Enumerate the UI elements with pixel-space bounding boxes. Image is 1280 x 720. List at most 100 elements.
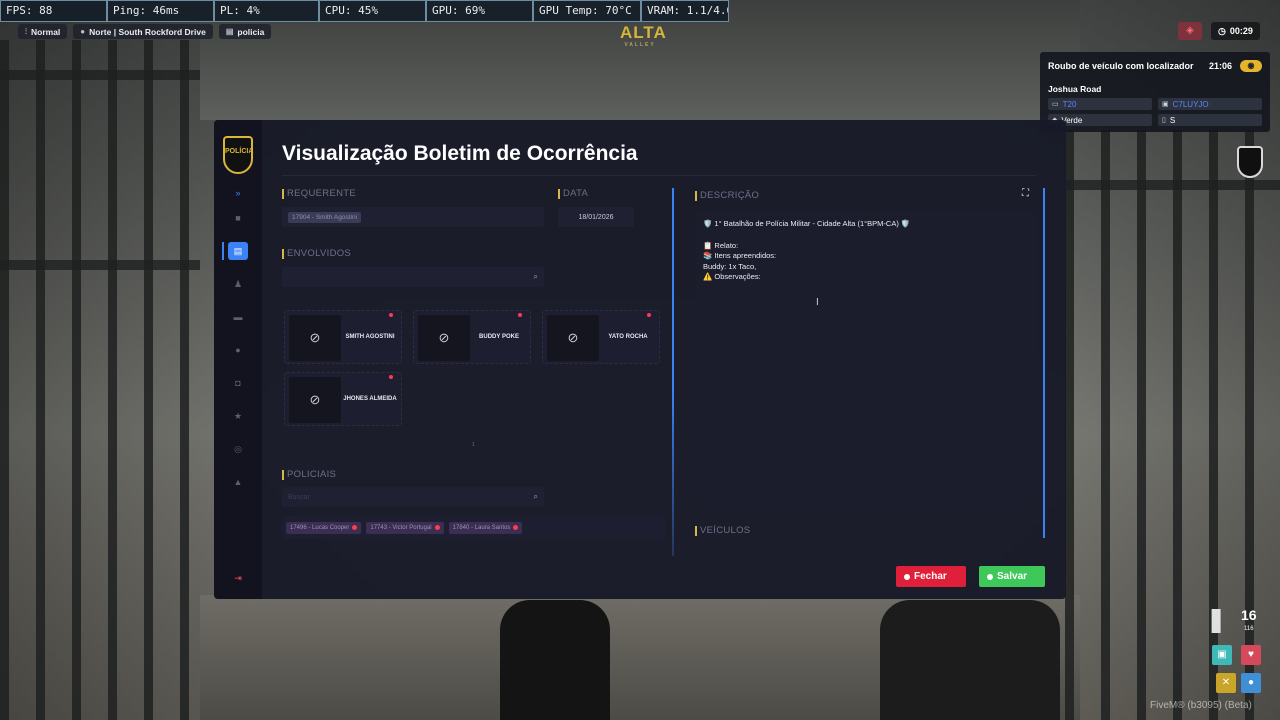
- reports-icon[interactable]: ▤: [228, 242, 248, 260]
- ping-readout: Ping: 46ms: [107, 0, 214, 22]
- cell-crossbar: [0, 260, 200, 270]
- save-label: Salvar: [997, 571, 1028, 582]
- page-title: Visualização Boletim de Ocorrência: [282, 142, 638, 165]
- descricao-line: 🛡️ 1° Batalhão de Polícia Militar - Cida…: [703, 219, 911, 228]
- cell-bars-left: [0, 40, 200, 720]
- status-row: ⫶ Normal ● Norte | South Rockford Drive ▤ p…: [18, 24, 272, 39]
- text-cursor-icon: I: [816, 297, 819, 308]
- fps-readout: FPS: 88: [0, 0, 107, 22]
- close-button[interactable]: Fechar: [896, 566, 966, 587]
- descricao-line: ⚠️ Observações:: [703, 272, 761, 281]
- policial-tag[interactable]: 17743 - Victor Portugal: [366, 521, 444, 534]
- requerente-field[interactable]: 17904 - Smith Agostini: [282, 207, 544, 227]
- active-indicator: [222, 242, 224, 260]
- eye-icon[interactable]: ◉: [1240, 60, 1262, 72]
- globe-icon[interactable]: ◎: [228, 440, 248, 458]
- remove-envolvido-button[interactable]: [389, 313, 393, 317]
- policial-tag[interactable]: 17840 - Laura Santos: [448, 521, 523, 534]
- policial-label: 17496 - Lucas Cooper: [290, 524, 350, 531]
- clock-text: 00:29: [1229, 26, 1253, 36]
- people-icon[interactable]: ♟: [228, 275, 248, 293]
- gpu-temp-readout: GPU Temp: 70°C: [533, 0, 641, 22]
- policial-label: 17840 - Laura Santos: [452, 524, 511, 531]
- map-pin-icon[interactable]: ●: [228, 341, 248, 359]
- policiais-list: 17496 - Lucas Cooper 17743 - Victor Port…: [282, 516, 666, 539]
- envolvido-card[interactable]: ⊘ JHONES ALMEIDA: [284, 372, 402, 426]
- policiais-placeholder: Buscar: [288, 493, 310, 501]
- hunger-icon: ✕: [1216, 673, 1236, 693]
- envolvido-name: SMITH AGOSTINI: [345, 334, 395, 340]
- vehicle-icon[interactable]: ▬: [228, 308, 248, 326]
- cell-crossbar: [0, 70, 200, 80]
- search-icon[interactable]: ⌕: [534, 492, 538, 502]
- policiais-search-input[interactable]: Buscar ⌕: [282, 487, 544, 507]
- expand-sidebar-icon[interactable]: »: [228, 184, 248, 202]
- date-field[interactable]: 18/01/2026: [558, 207, 634, 227]
- occurrence-report-panel: POLÍCIA » ■ ▤ ♟ ▬ ● ◘ ★ ◎ ▲ ⇥ Visualizaç…: [214, 120, 1066, 599]
- plate-icon: ▣: [1162, 101, 1169, 108]
- dashboard-icon[interactable]: ■: [228, 209, 248, 227]
- pagination[interactable]: 1: [472, 442, 475, 448]
- no-photo-icon: ⊘: [289, 377, 341, 423]
- remove-icon[interactable]: [434, 525, 440, 530]
- envolvido-name: JHONES ALMEIDA: [343, 396, 397, 402]
- expand-icon[interactable]: ⛶: [1022, 188, 1029, 199]
- remove-envolvido-button[interactable]: [389, 375, 393, 379]
- remove-envolvido-button[interactable]: [518, 313, 522, 317]
- remove-icon[interactable]: [352, 525, 358, 530]
- gpu-readout: GPU: 69%: [426, 0, 533, 22]
- game-clock: ◷ 00:29: [1211, 22, 1260, 40]
- close-icon: [904, 573, 910, 580]
- descricao-textarea[interactable]: 🛡️ 1° Batalhão de Polícia Militar - Cida…: [695, 211, 1037, 506]
- policial-tag[interactable]: 17496 - Lucas Cooper: [286, 521, 362, 534]
- player-silhouette: [880, 600, 1060, 720]
- ammo-total: 116: [1244, 626, 1254, 632]
- performance-bar: FPS: 88 Ping: 46ms PL: 4% CPU: 45% GPU: …: [0, 0, 729, 22]
- notification-title: Roubo de veículo com localizador: [1048, 61, 1194, 71]
- descricao-line: 📋 Relato:: [703, 240, 739, 250]
- fivem-watermark: FiveM® (b3095) (Beta): [1150, 700, 1252, 711]
- scrollbar[interactable]: [1043, 188, 1045, 538]
- descricao-line: 📚 Itens apreendidos:: [703, 251, 777, 260]
- police-shield-icon: [1237, 146, 1263, 178]
- save-icon: [987, 573, 993, 580]
- envolvido-card[interactable]: ⊘ YATO ROCHA: [542, 310, 660, 364]
- location-pill: ● Norte | South Rockford Drive: [73, 24, 213, 39]
- voice-mode: Normal: [31, 26, 61, 37]
- close-label: Fechar: [914, 571, 947, 582]
- server-logo-sub: VALLEY: [624, 42, 656, 48]
- logout-icon[interactable]: ⇥: [228, 569, 248, 587]
- camera-icon[interactable]: ◘: [228, 374, 248, 392]
- job-text: policia: [237, 26, 265, 37]
- voice-pill: ⫶ Normal: [18, 24, 68, 39]
- armor-icon: ▣: [1212, 645, 1232, 665]
- ammo-clip: 16: [1241, 607, 1257, 623]
- data-label: DATA: [558, 189, 588, 199]
- remove-envolvido-button[interactable]: [647, 313, 651, 317]
- vehicle-model: ▭ T20: [1048, 98, 1152, 110]
- location-text: Norte | South Rockford Drive: [89, 26, 206, 37]
- requerente-label: REQUERENTE: [282, 189, 356, 199]
- dispatch-notification[interactable]: Roubo de veículo com localizador 21:06 ◉…: [1040, 52, 1270, 132]
- packet-loss-readout: PL: 4%: [214, 0, 319, 22]
- cell-crossbar: [1065, 180, 1280, 190]
- policial-label: 17743 - Victor Portugal: [370, 524, 432, 531]
- vehicle-plate-text: C7LUYJO: [1172, 99, 1209, 109]
- save-button[interactable]: Salvar: [979, 566, 1045, 587]
- descricao-label: DESCRIÇÃO: [695, 191, 759, 201]
- envolvido-card[interactable]: ⊘ SMITH AGOSTINI: [284, 310, 402, 364]
- envolvido-name: YATO ROCHA: [608, 334, 648, 340]
- envolvido-card[interactable]: ⊘ BUDDY POKE: [413, 310, 531, 364]
- search-icon[interactable]: ⌕: [534, 272, 538, 282]
- alarm-icon[interactable]: ▲: [228, 473, 248, 491]
- no-photo-icon: ⊘: [289, 315, 341, 361]
- veiculos-label: VEÍCULOS: [695, 526, 750, 536]
- star-icon[interactable]: ★: [228, 407, 248, 425]
- officer-silhouette: [500, 600, 610, 720]
- clock-icon: ◷: [1218, 25, 1226, 36]
- job-pill: ▤ policia: [218, 24, 272, 39]
- envolvidos-search-input[interactable]: ⌕: [282, 267, 544, 287]
- remove-icon[interactable]: [513, 525, 519, 530]
- vehicle-model-text: T20: [1062, 99, 1077, 109]
- notification-street: Joshua Road: [1048, 84, 1102, 94]
